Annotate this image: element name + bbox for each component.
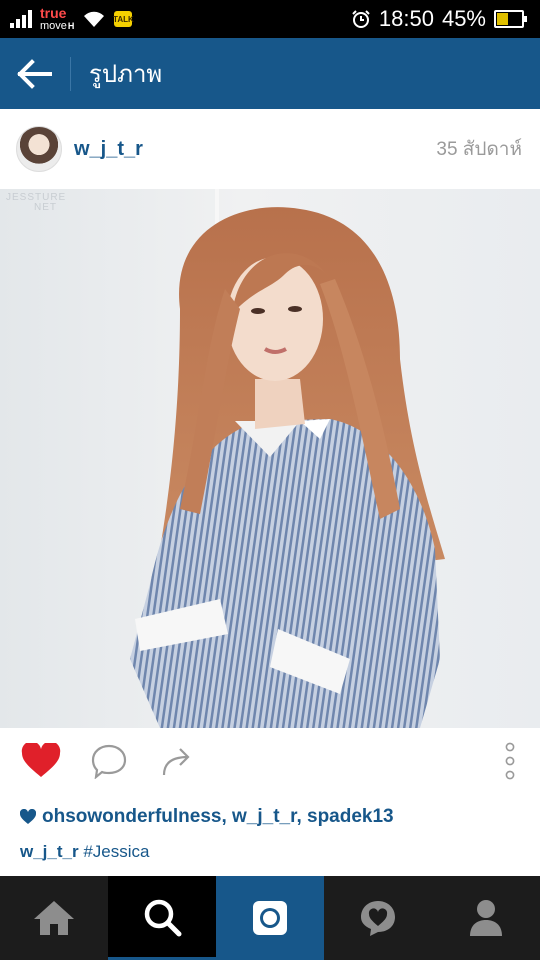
post-username[interactable]: w_j_t_r (74, 138, 436, 161)
post-caption: w_j_t_r #Jessica (20, 842, 149, 862)
signal-icon (10, 10, 32, 28)
status-bar: true moveH TALK 18:50 45% (0, 0, 540, 38)
photo-watermark: JESSTURE NET (6, 192, 67, 213)
clock-time: 18:50 (378, 6, 434, 31)
appbar-divider (70, 56, 71, 91)
nav-profile[interactable] (432, 876, 540, 960)
likes-line[interactable]: ohsowonderfulness, w_j_t_r, spadek13 (20, 806, 394, 828)
app-bar: รูปภาพ (0, 38, 540, 109)
post-actions (0, 728, 540, 794)
home-icon (34, 901, 74, 935)
more-options-button[interactable] (498, 740, 522, 782)
likes-text[interactable]: ohsowonderfulness, w_j_t_r, spadek13 (42, 806, 394, 828)
search-icon (144, 899, 182, 936)
comment-button[interactable] (88, 740, 130, 782)
arrow-left-icon (17, 58, 52, 89)
kakaotalk-icon: TALK (113, 11, 134, 27)
post-header: w_j_t_r 35 สัปดาห์ (0, 109, 540, 189)
carrier-logo: true moveH (40, 5, 75, 32)
nav-search[interactable] (108, 876, 216, 960)
bottom-nav (0, 876, 540, 960)
avatar[interactable] (16, 126, 62, 172)
like-button[interactable] (20, 740, 62, 782)
page-title: รูปภาพ (89, 61, 163, 88)
wifi-icon (84, 11, 105, 27)
post-photo[interactable]: JESSTURE NET (0, 189, 540, 728)
profile-icon (470, 900, 502, 936)
heart-filled-icon (21, 743, 61, 777)
caption-username[interactable]: w_j_t_r (20, 842, 79, 861)
battery-percent: 45% (441, 6, 486, 31)
more-vertical-icon (505, 742, 515, 780)
nav-activity[interactable] (324, 876, 432, 960)
post-time-ago: 35 สัปดาห์ (436, 139, 522, 160)
alarm-clock-icon (352, 10, 370, 28)
portrait-image (0, 189, 540, 728)
camera-icon (253, 901, 287, 935)
share-button[interactable] (156, 740, 198, 782)
back-button[interactable] (0, 38, 70, 109)
nav-home[interactable] (0, 876, 108, 960)
activity-heart-icon (361, 901, 395, 936)
nav-camera[interactable] (216, 876, 324, 960)
battery-icon (494, 10, 527, 28)
comment-bubble-icon (91, 744, 127, 779)
heart-small-icon (20, 809, 36, 824)
share-arrow-icon (162, 748, 190, 776)
caption-hashtag[interactable]: #Jessica (83, 842, 149, 861)
